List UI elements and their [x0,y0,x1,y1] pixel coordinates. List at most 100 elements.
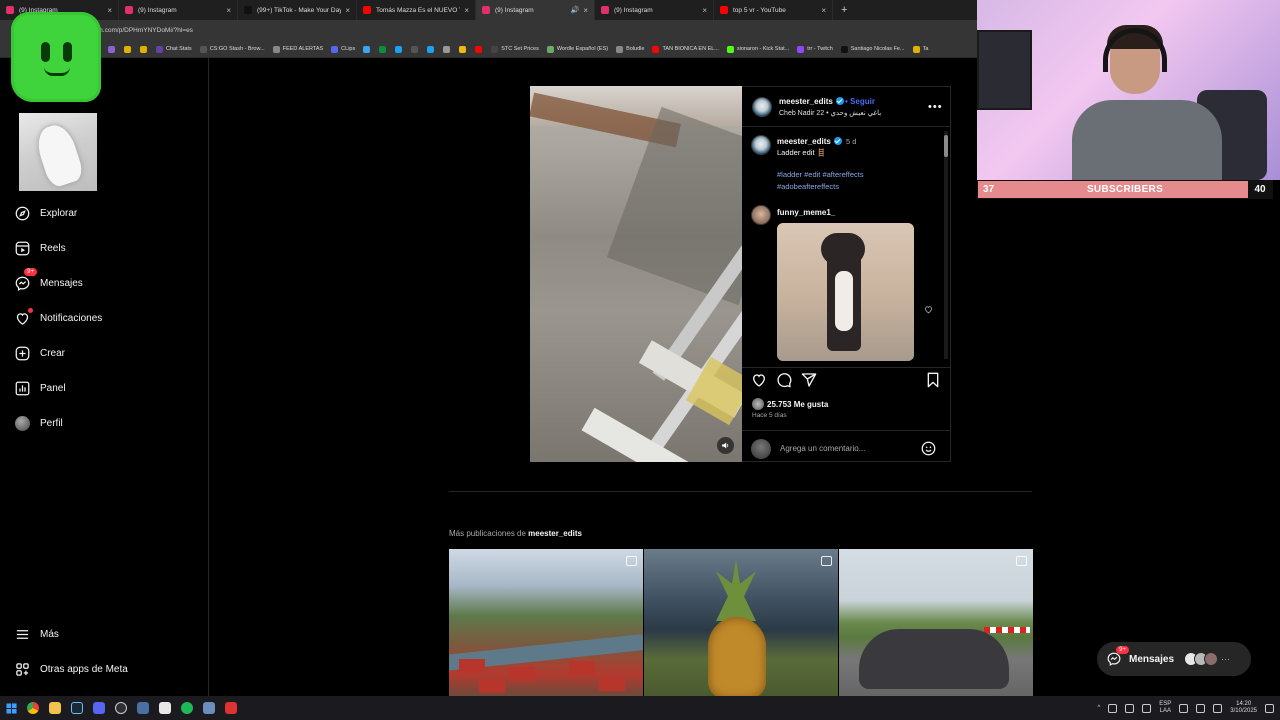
bookmark-item[interactable]: Wordle Español (ES) [546,45,608,53]
author-username[interactable]: meester_edits [779,97,844,106]
tab-close-icon[interactable]: × [464,6,469,15]
tab-close-icon[interactable]: × [107,6,112,15]
hashtags-line-2[interactable]: #adobeaftereffects [777,182,839,191]
spotify-icon[interactable] [176,696,198,720]
volume-tray-icon[interactable] [1213,703,1223,713]
bookmark-item[interactable] [459,45,469,53]
tab-close-icon[interactable]: × [702,6,707,15]
clock[interactable]: 14:20 3/10/2025 [1230,701,1257,715]
calculator-icon[interactable] [220,696,242,720]
mute-button[interactable] [717,437,734,454]
more-post-thumbnail[interactable] [449,549,643,696]
comment-input[interactable]: Agrega un comentario... [780,444,865,453]
sidebar-item-explorar[interactable]: Explorar [14,203,77,223]
comment-box[interactable]: Agrega un comentario... [742,430,951,464]
sidebar-item-perfil[interactable]: Perfil [14,413,63,433]
caption-author-avatar[interactable] [751,135,771,155]
browser-tab[interactable]: (9) Instagram × [595,0,714,20]
bookmark-item[interactable] [124,45,134,53]
tab-audio-icon[interactable]: 🔊 [571,6,580,14]
browser-tab[interactable]: (9) Instagram 🔊 × [476,0,595,20]
browser-tab[interactable]: (99+) TikTok - Make Your Day × [238,0,357,20]
bookmark-item[interactable] [475,45,485,53]
author-avatar[interactable] [752,97,772,117]
subs-goal: 40 [1248,181,1272,198]
monitor-tray-icon[interactable] [1179,703,1189,713]
browser-tab[interactable]: (9) Instagram × [119,0,238,20]
notifications-tray-icon[interactable] [1265,703,1274,713]
sidebar-item-mensajes[interactable]: 9+ Mensajes [14,267,83,293]
more-posts-author[interactable]: meester_edits [528,529,582,538]
chat-app-icon[interactable] [132,696,154,720]
bookmark-item[interactable]: CS:GO Stash - Brow... [199,45,265,53]
bookmark-item[interactable] [427,45,437,53]
likes-count[interactable]: 25.753 Me gusta [752,398,828,410]
address-bar[interactable]: gram.com/p/DPHmYNYDoMi/?hl=es [0,20,977,41]
post-video[interactable] [530,86,742,462]
sidebar-item-reels[interactable]: Reels [14,238,66,258]
bookmark-item[interactable]: Chat Stats [156,45,192,53]
like-icon[interactable] [751,372,767,388]
emoji-icon[interactable] [921,441,936,461]
file-explorer-icon[interactable] [44,696,66,720]
discord-icon[interactable] [88,696,110,720]
bookmark-item[interactable]: Ta [912,45,928,53]
save-icon[interactable] [925,372,941,388]
new-tab-icon[interactable]: + [841,4,847,16]
obs-icon[interactable] [110,696,132,720]
bookmark-item[interactable]: FEED ALERTAS [272,45,323,53]
tab-close-icon[interactable]: × [226,6,231,15]
bookmark-item[interactable] [395,45,405,53]
tray-chevron-icon[interactable]: ^ [1097,705,1100,712]
sidebar-item-panel[interactable]: Panel [14,378,66,398]
bookmark-item[interactable]: Boludle [616,45,644,53]
bookmark-item[interactable]: trr - Twitch [797,45,833,53]
follow-button[interactable]: • Seguir [845,97,875,106]
language-indicator[interactable]: ESP LAA [1159,701,1171,715]
browser-tab[interactable]: Tomás Mazza Es el NUEVO Ya... × [357,0,476,20]
hashtags-line-1[interactable]: #ladder #edit #aftereffects [777,170,864,179]
audio-track[interactable]: Cheb Nadir 22 • باغي نعيش وحدي [779,109,881,117]
sidebar-item-mas[interactable]: Más [14,624,59,644]
comment-like-icon[interactable] [924,301,933,319]
chrome-icon[interactable] [22,696,44,720]
browser-tab[interactable]: top 5 vr - YouTube × [714,0,833,20]
steam-icon[interactable] [66,696,88,720]
share-icon[interactable] [801,372,817,388]
tab-close-icon[interactable]: × [583,6,588,15]
sidebar-item-otras-apps[interactable]: Otras apps de Meta [14,659,128,679]
bookmark-item[interactable] [379,45,389,53]
commenter-avatar[interactable] [751,205,771,225]
bookmark-item[interactable] [363,45,373,53]
bookmark-item[interactable]: CLips [331,45,355,53]
sidebar-item-notificaciones[interactable]: Notificaciones [14,307,102,328]
windows-start-icon[interactable] [0,696,22,720]
sidebar-item-crear[interactable]: Crear [14,343,65,363]
caption-author[interactable]: meester_edits [777,137,842,146]
comment-icon[interactable] [776,372,792,388]
url-text[interactable]: gram.com/p/DPHmYNYDoMi/?hl=es [88,27,193,34]
document-icon[interactable] [154,696,176,720]
apps-icon[interactable] [198,696,220,720]
steam-tray-icon[interactable] [1108,703,1118,713]
tab-close-icon[interactable]: × [821,6,826,15]
wifi-tray-icon[interactable] [1196,703,1206,713]
network-tray-icon[interactable] [1125,703,1135,713]
messages-floating-button[interactable]: 9+ Mensajes ··· [1097,642,1251,676]
bookmark-item[interactable] [443,45,453,53]
bookmark-item[interactable] [411,45,421,53]
comments-scrollbar[interactable] [944,131,948,359]
bookmark-item[interactable]: STC Set Prices [491,45,539,53]
more-post-thumbnail[interactable] [644,549,838,696]
more-post-thumbnail[interactable] [839,549,1033,696]
bookmark-item[interactable] [108,45,118,53]
bookmark-item[interactable]: sionaron - Kick Stat... [726,45,789,53]
tab-close-icon[interactable]: × [345,6,350,15]
verified-icon [835,97,844,105]
mic-tray-icon[interactable] [1142,703,1152,713]
bookmark-item[interactable]: Santiago Nicolas Fe... [840,45,905,53]
more-options-icon[interactable]: ••• [928,101,943,113]
bookmark-item[interactable] [140,45,150,53]
bookmark-item[interactable]: TAN BIONICA EN EL... [652,45,719,53]
commenter-username[interactable]: funny_meme1_ [777,208,835,217]
